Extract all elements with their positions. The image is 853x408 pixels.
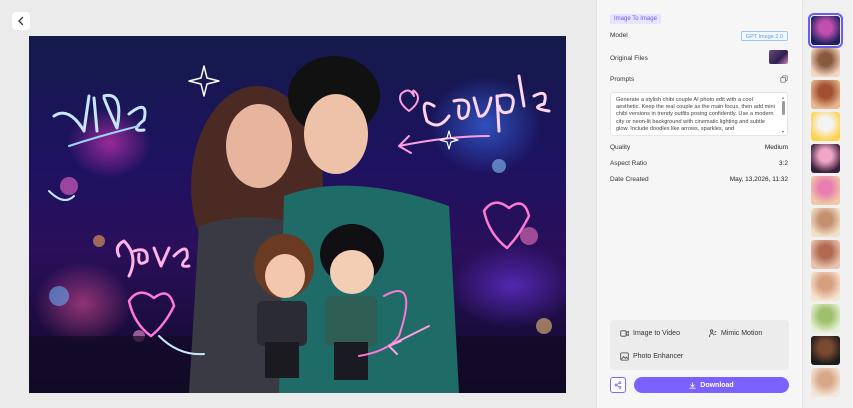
history-thumbnail[interactable]: [811, 208, 840, 237]
quality-label: Quality: [610, 144, 631, 151]
prompt-textbox[interactable]: Generate a stylish chibi couple AI photo…: [610, 92, 788, 136]
photo-enhancer-label: Photo Enhancer: [633, 353, 684, 360]
prompts-label: Prompts: [610, 76, 635, 83]
history-thumbnail[interactable]: [811, 144, 840, 173]
history-thumbnail[interactable]: [811, 80, 840, 109]
generated-image: [29, 36, 566, 393]
history-thumbnail[interactable]: [811, 176, 840, 205]
history-thumbnail[interactable]: [811, 272, 840, 301]
share-button[interactable]: [610, 377, 626, 393]
original-file-thumbnail[interactable]: [769, 50, 788, 64]
aspect-ratio-value: 3:2: [778, 160, 788, 167]
download-button[interactable]: Download: [634, 377, 789, 393]
mimic-motion-button[interactable]: Mimic Motion: [708, 329, 762, 338]
details-panel: Image To Image Model GPT Image 2.0 Origi…: [596, 0, 802, 408]
history-thumbnail[interactable]: [808, 13, 843, 48]
date-created-label: Date Created: [610, 176, 649, 183]
prompt-text: Generate a stylish chibi couple AI photo…: [616, 97, 775, 132]
download-label: Download: [700, 381, 734, 389]
history-thumbnail[interactable]: [811, 336, 840, 365]
image-canvas-area: [0, 0, 596, 408]
original-files-label: Original Files: [610, 55, 648, 62]
photo-enhance-icon: [620, 352, 629, 361]
video-icon: [620, 330, 629, 337]
scroll-thumb[interactable]: [782, 101, 785, 115]
quick-actions-card: Image to Video Mimic Motion Photo Enhanc…: [610, 320, 789, 370]
quality-value: Medium: [764, 144, 788, 151]
back-button[interactable]: [12, 12, 30, 30]
chevron-left-icon: [18, 16, 24, 26]
copy-icon[interactable]: [780, 75, 788, 83]
scroll-down-arrow-icon[interactable]: [782, 131, 784, 133]
image-to-video-button[interactable]: Image to Video: [620, 329, 680, 338]
download-icon: [689, 381, 696, 389]
image-to-video-label: Image to Video: [633, 330, 680, 337]
model-chip: GPT Image 2.0: [740, 31, 788, 41]
photo-enhancer-button[interactable]: Photo Enhancer: [620, 352, 683, 361]
history-thumbnail[interactable]: [811, 304, 840, 333]
history-thumbnail[interactable]: [811, 368, 840, 397]
history-thumbnail[interactable]: [811, 112, 840, 141]
model-label: Model: [610, 32, 628, 39]
aspect-ratio-label: Aspect Ratio: [610, 160, 647, 167]
date-created-value: May, 13,2026, 11:32: [729, 176, 788, 183]
mode-badge: Image To Image: [610, 14, 661, 24]
scroll-up-arrow-icon[interactable]: [782, 97, 784, 99]
history-thumbnail-strip: [802, 0, 853, 408]
history-thumbnail[interactable]: [811, 48, 840, 77]
history-thumbnail[interactable]: [811, 240, 840, 269]
person-motion-icon: [708, 329, 717, 338]
mimic-motion-label: Mimic Motion: [721, 330, 763, 337]
prompt-scrollbar[interactable]: [782, 97, 785, 133]
share-icon: [614, 381, 622, 389]
